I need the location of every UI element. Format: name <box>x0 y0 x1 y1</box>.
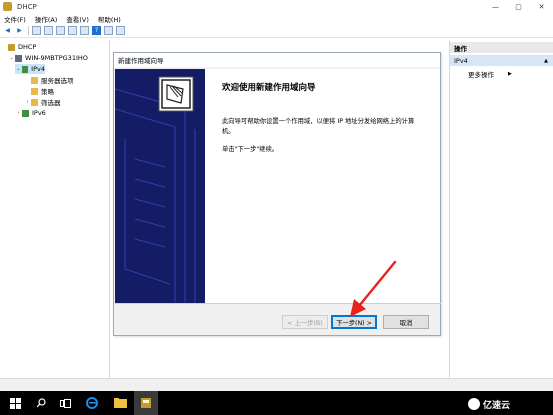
watermark-logo-icon <box>468 398 480 410</box>
title-bar: DHCP — ▢ ✕ <box>0 0 553 13</box>
wizard-description: 此向导可帮助你设置一个作用域，以便将 IP 地址分发给网络上的计算机。 <box>222 118 415 135</box>
actions-group-ipv4[interactable]: IPv4 ▲ <box>450 55 553 66</box>
expand-icon[interactable]: › <box>24 99 31 105</box>
tree-node-label: 策略 <box>41 88 54 96</box>
up-folder-icon[interactable] <box>32 26 41 35</box>
tree-node-dhcp[interactable]: DHCP <box>1 42 36 52</box>
folder-icon <box>31 76 38 84</box>
tree-node-ipv6[interactable]: › IPv6 <box>15 108 46 118</box>
actions-pane: 操作 IPv4 ▲ 更多操作 ▶ <box>449 40 553 378</box>
toolbar: ◀ ▶ ? <box>0 24 553 38</box>
window-title: DHCP <box>17 2 37 11</box>
back-button[interactable]: < 上一步(B) <box>282 315 328 329</box>
folder-icon <box>31 87 38 95</box>
tree-node-label: IPv4 <box>31 65 45 73</box>
edge-browser-button[interactable] <box>80 391 104 415</box>
annotation-arrow-icon <box>350 260 397 317</box>
collapse-icon[interactable]: ⌄ <box>8 55 15 61</box>
tree-node-server[interactable]: ⌄ WIN-9MBTPG31IHO <box>8 53 88 63</box>
show-tree-icon[interactable] <box>44 26 53 35</box>
edge-icon <box>86 397 98 409</box>
dhcp-icon <box>8 43 15 51</box>
actions-header: 操作 <box>450 42 553 53</box>
computer-icon[interactable] <box>116 26 125 35</box>
wizard-title: 新建作用域向导 <box>114 53 440 67</box>
tree-node-label: DHCP <box>18 43 37 51</box>
refresh-icon[interactable] <box>68 26 77 35</box>
wizard-hint: 单击"下一步"继续。 <box>222 146 279 153</box>
collapse-icon[interactable]: ⌄ <box>15 66 22 72</box>
tree-node-label: WIN-9MBTPG31IHO <box>25 54 88 62</box>
folder-icon <box>113 398 127 408</box>
server-icon <box>15 54 22 62</box>
tree-node-server-options[interactable]: 服务器选项 <box>24 75 74 85</box>
menu-file[interactable]: 文件(F) <box>4 14 26 24</box>
search-button[interactable] <box>30 391 52 415</box>
expand-icon[interactable]: › <box>15 110 22 116</box>
maximize-button[interactable]: ▢ <box>507 0 530 13</box>
tree-node-filters[interactable]: › 筛选器 <box>24 97 61 107</box>
more-actions-label: 更多操作 <box>468 71 494 79</box>
tree-node-policies[interactable]: 策略 <box>24 86 54 96</box>
task-view-icon <box>59 398 71 408</box>
task-view-button[interactable] <box>54 391 76 415</box>
dhcp-taskbar-button[interactable] <box>134 391 158 415</box>
close-button[interactable]: ✕ <box>530 0 553 13</box>
tree-node-label: 筛选器 <box>41 99 61 107</box>
wizard-banner <box>115 69 205 303</box>
export-icon[interactable] <box>80 26 89 35</box>
status-bar <box>0 378 553 391</box>
forward-icon[interactable]: ▶ <box>15 26 24 35</box>
console-tree: DHCP ⌄ WIN-9MBTPG31IHO ⌄ IPv4 服务器选项 策略 ›… <box>0 40 110 378</box>
properties-icon[interactable] <box>56 26 65 35</box>
folder-icon <box>31 98 38 106</box>
file-explorer-button[interactable] <box>108 391 132 415</box>
minimize-button[interactable]: — <box>484 0 507 13</box>
menu-action[interactable]: 操作(A) <box>35 14 58 24</box>
dhcp-app-icon <box>3 2 12 11</box>
wizard-content: 欢迎使用新建作用域向导 此向导可帮助你设置一个作用域，以便将 IP 地址分发给网… <box>205 69 440 303</box>
menu-help[interactable]: 帮助(H) <box>98 14 121 24</box>
console-view-icon[interactable] <box>104 26 113 35</box>
wizard-banner-art <box>115 69 205 303</box>
windows-logo-icon <box>9 397 21 409</box>
dhcp-icon <box>141 398 151 408</box>
more-actions-item[interactable]: 更多操作 ▶ <box>468 69 512 79</box>
wizard-heading: 欢迎使用新建作用域向导 <box>222 83 316 93</box>
submenu-arrow-icon: ▶ <box>508 71 512 77</box>
tree-node-label: IPv6 <box>32 109 46 117</box>
start-button[interactable] <box>0 391 30 415</box>
tree-node-label: 服务器选项 <box>41 77 74 85</box>
watermark-text: 亿速云 <box>483 400 511 411</box>
help-icon[interactable]: ? <box>92 26 101 35</box>
menu-bar: 文件(F) 操作(A) 查看(V) 帮助(H) <box>0 13 553 24</box>
back-icon[interactable]: ◀ <box>3 26 12 35</box>
search-icon <box>36 398 46 408</box>
ipv6-icon <box>22 109 29 117</box>
toolbar-separator <box>28 26 29 35</box>
menu-view[interactable]: 查看(V) <box>66 14 89 24</box>
watermark: 亿速云 <box>468 397 510 411</box>
actions-group-label: IPv4 <box>454 56 468 65</box>
collapse-up-icon: ▲ <box>544 57 548 64</box>
wizard-logo-icon <box>158 76 194 112</box>
ipv4-icon <box>21 65 29 73</box>
tree-node-ipv4[interactable]: ⌄ IPv4 <box>15 64 45 74</box>
window-controls: — ▢ ✕ <box>484 0 553 13</box>
